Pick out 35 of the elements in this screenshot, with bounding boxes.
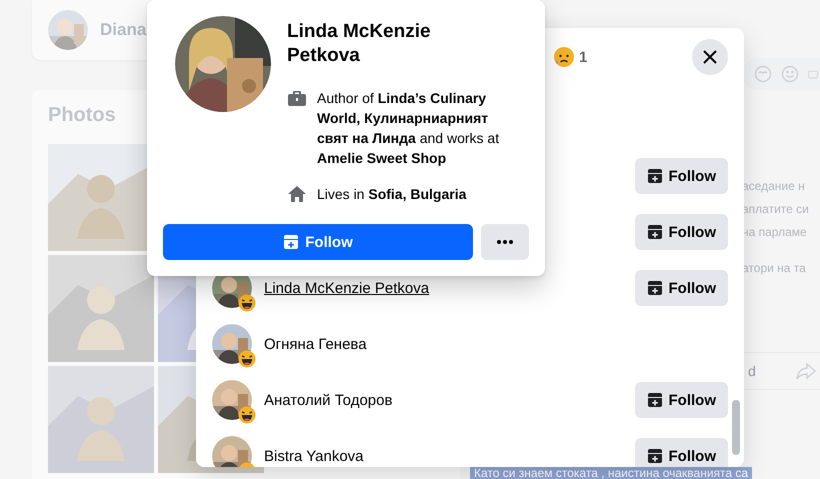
scrollbar[interactable] bbox=[732, 400, 740, 455]
person-name-link[interactable]: Анатолий Тодоров bbox=[264, 392, 622, 408]
follow-icon bbox=[646, 280, 662, 296]
follow-icon bbox=[646, 448, 662, 464]
follow-button[interactable]: Follow bbox=[634, 158, 728, 194]
more-button[interactable] bbox=[481, 224, 529, 260]
follow-button[interactable]: Follow bbox=[163, 224, 473, 260]
post-text: аседание н bbox=[742, 178, 806, 195]
sticker-icon[interactable] bbox=[754, 65, 772, 83]
briefcase-icon bbox=[287, 88, 307, 108]
selected-text: Като си знаем стоката , наистина очакванията са bbox=[470, 467, 752, 479]
person-name-link[interactable]: Linda McKenzie Petkova bbox=[264, 280, 622, 296]
follow-button[interactable]: Follow bbox=[634, 214, 728, 250]
profile-name[interactable]: Linda McKenzie Petkova bbox=[287, 20, 487, 68]
house-icon bbox=[287, 184, 307, 204]
post-text: аплатите си bbox=[742, 201, 810, 218]
close-button[interactable] bbox=[692, 39, 728, 75]
person-name-link[interactable]: Bistra Yankova bbox=[264, 448, 622, 464]
follow-button[interactable]: Follow bbox=[634, 270, 728, 306]
reaction-filter-tab[interactable]: 1 bbox=[553, 46, 588, 68]
lives-text: Lives in Sofia, Bulgaria bbox=[317, 185, 466, 204]
crying-emoji-icon bbox=[553, 46, 575, 68]
more-icon bbox=[497, 240, 513, 244]
follow-icon bbox=[646, 392, 662, 408]
follow-icon bbox=[646, 168, 662, 184]
follow-button[interactable]: Follow bbox=[634, 438, 728, 467]
share-icon[interactable] bbox=[796, 362, 816, 380]
follow-icon bbox=[283, 234, 300, 250]
person-name-link[interactable]: Огняна Генева bbox=[264, 336, 728, 352]
work-text: Author of Linda’s Culinary World, Кулинарниарният свят на Линда and works at Amelie Sweet Shop bbox=[317, 89, 500, 168]
follow-button[interactable]: Follow bbox=[634, 382, 728, 418]
comment-bar[interactable] bbox=[742, 58, 820, 90]
smiley-icon[interactable] bbox=[781, 65, 799, 83]
close-icon bbox=[703, 50, 717, 64]
follow-icon bbox=[646, 224, 662, 240]
